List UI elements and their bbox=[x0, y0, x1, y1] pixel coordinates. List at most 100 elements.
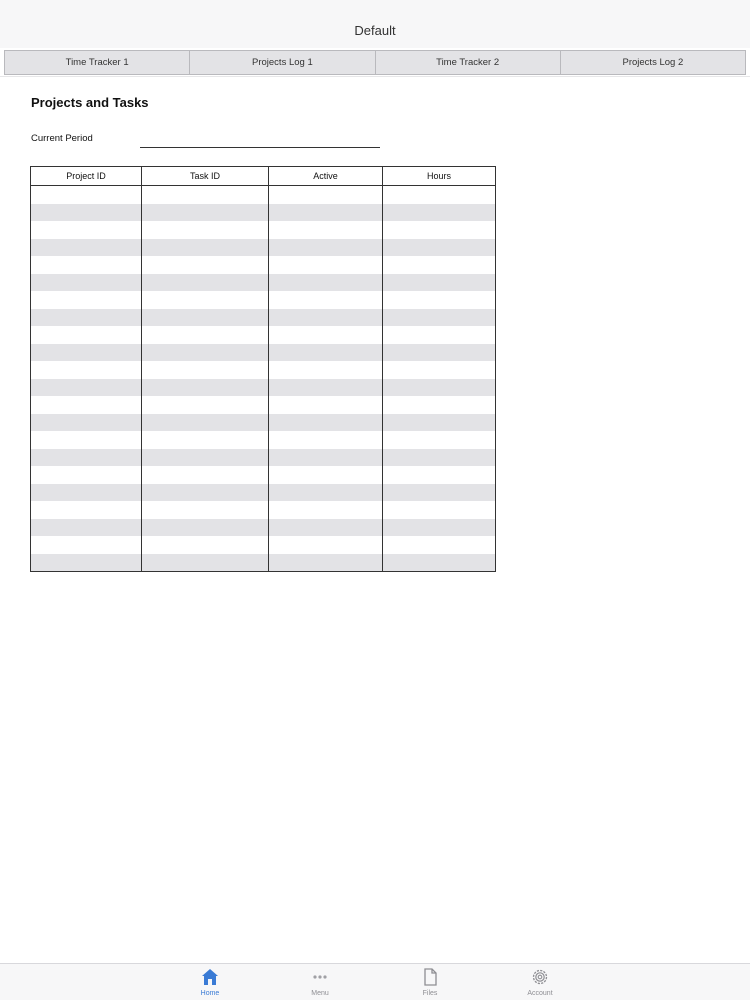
table-cell[interactable] bbox=[141, 431, 269, 449]
table-cell[interactable] bbox=[268, 378, 383, 396]
table-cell[interactable] bbox=[30, 483, 142, 501]
table-cell[interactable] bbox=[141, 378, 269, 396]
table-cell[interactable] bbox=[141, 291, 269, 309]
table-cell[interactable] bbox=[382, 501, 496, 519]
table-cell[interactable] bbox=[141, 185, 269, 204]
table-cell[interactable] bbox=[30, 291, 142, 309]
table-cell[interactable] bbox=[382, 413, 496, 431]
table-cell[interactable] bbox=[382, 448, 496, 466]
table-cell[interactable] bbox=[268, 343, 383, 361]
tab-projects-log-1[interactable]: Projects Log 1 bbox=[190, 50, 376, 75]
table-cell[interactable] bbox=[141, 501, 269, 519]
table-cell[interactable] bbox=[268, 536, 383, 554]
table-cell[interactable] bbox=[268, 273, 383, 291]
table-cell[interactable] bbox=[268, 361, 383, 379]
table-cell[interactable] bbox=[30, 396, 142, 414]
table-cell[interactable] bbox=[141, 221, 269, 239]
tab-time-tracker-2[interactable]: Time Tracker 2 bbox=[375, 50, 561, 75]
nav-menu[interactable]: Menu bbox=[290, 967, 350, 1000]
table-cell[interactable] bbox=[141, 396, 269, 414]
table-cell[interactable] bbox=[30, 413, 142, 431]
table-cell[interactable] bbox=[30, 256, 142, 274]
table-cell[interactable] bbox=[141, 466, 269, 484]
table-cell[interactable] bbox=[382, 378, 496, 396]
table-cell[interactable] bbox=[268, 221, 383, 239]
table-cell[interactable] bbox=[268, 185, 383, 204]
table-cell[interactable] bbox=[382, 483, 496, 501]
table-cell[interactable] bbox=[382, 361, 496, 379]
table-cell[interactable] bbox=[268, 501, 383, 519]
table-cell[interactable] bbox=[30, 431, 142, 449]
table-cell[interactable] bbox=[141, 553, 269, 572]
table-cell[interactable] bbox=[141, 203, 269, 221]
table-cell[interactable] bbox=[30, 203, 142, 221]
table-cell[interactable] bbox=[30, 326, 142, 344]
nav-home[interactable]: Home bbox=[180, 967, 240, 1000]
table-cell[interactable] bbox=[268, 466, 383, 484]
table-cell[interactable] bbox=[268, 256, 383, 274]
tab-time-tracker-1[interactable]: Time Tracker 1 bbox=[4, 50, 191, 75]
table-cell[interactable] bbox=[382, 396, 496, 414]
table-cell[interactable] bbox=[382, 273, 496, 291]
table-cell[interactable] bbox=[268, 326, 383, 344]
table-cell[interactable] bbox=[30, 536, 142, 554]
table-cell[interactable] bbox=[382, 343, 496, 361]
table-cell[interactable] bbox=[30, 518, 142, 536]
home-icon bbox=[202, 969, 218, 985]
table-cell[interactable] bbox=[30, 553, 142, 572]
table-cell[interactable] bbox=[30, 238, 142, 256]
table-cell[interactable] bbox=[141, 448, 269, 466]
table-cell[interactable] bbox=[141, 256, 269, 274]
table-cell[interactable] bbox=[382, 431, 496, 449]
table-cell[interactable] bbox=[30, 448, 142, 466]
table-cell[interactable] bbox=[268, 396, 383, 414]
table-cell[interactable] bbox=[382, 308, 496, 326]
table-cell[interactable] bbox=[141, 518, 269, 536]
table-cell[interactable] bbox=[268, 291, 383, 309]
table-cell[interactable] bbox=[268, 448, 383, 466]
table-cell[interactable] bbox=[382, 256, 496, 274]
table-cell[interactable] bbox=[141, 308, 269, 326]
table-cell[interactable] bbox=[268, 308, 383, 326]
table-cell[interactable] bbox=[268, 553, 383, 572]
table-cell[interactable] bbox=[382, 326, 496, 344]
table-cell[interactable] bbox=[141, 238, 269, 256]
table-cell[interactable] bbox=[141, 273, 269, 291]
table-cell[interactable] bbox=[382, 518, 496, 536]
table-cell[interactable] bbox=[382, 238, 496, 256]
table-cell[interactable] bbox=[382, 553, 496, 572]
table-cell[interactable] bbox=[141, 361, 269, 379]
table-cell[interactable] bbox=[30, 273, 142, 291]
table-cell[interactable] bbox=[30, 185, 142, 204]
table-cell[interactable] bbox=[30, 221, 142, 239]
nav-account[interactable]: Account bbox=[510, 967, 570, 1000]
table-cell[interactable] bbox=[268, 431, 383, 449]
table-cell[interactable] bbox=[30, 501, 142, 519]
table-cell[interactable] bbox=[30, 308, 142, 326]
table-cell[interactable] bbox=[382, 291, 496, 309]
nav-files-label: Files bbox=[422, 990, 438, 997]
table-cell[interactable] bbox=[30, 378, 142, 396]
table-cell[interactable] bbox=[141, 343, 269, 361]
table-cell[interactable] bbox=[141, 483, 269, 501]
current-period-field[interactable] bbox=[140, 130, 380, 148]
table-cell[interactable] bbox=[382, 536, 496, 554]
table-cell[interactable] bbox=[382, 203, 496, 221]
table-cell[interactable] bbox=[141, 326, 269, 344]
table-cell[interactable] bbox=[268, 518, 383, 536]
table-cell[interactable] bbox=[268, 238, 383, 256]
table-cell[interactable] bbox=[382, 221, 496, 239]
table-cell[interactable] bbox=[382, 185, 496, 204]
table-row bbox=[30, 518, 496, 536]
table-cell[interactable] bbox=[268, 203, 383, 221]
nav-files[interactable]: Files bbox=[400, 967, 460, 1000]
table-cell[interactable] bbox=[30, 361, 142, 379]
table-cell[interactable] bbox=[382, 466, 496, 484]
table-cell[interactable] bbox=[141, 536, 269, 554]
tab-projects-log-2[interactable]: Projects Log 2 bbox=[560, 50, 746, 75]
table-cell[interactable] bbox=[30, 466, 142, 484]
table-cell[interactable] bbox=[268, 483, 383, 501]
table-cell[interactable] bbox=[268, 413, 383, 431]
table-cell[interactable] bbox=[30, 343, 142, 361]
table-cell[interactable] bbox=[141, 413, 269, 431]
